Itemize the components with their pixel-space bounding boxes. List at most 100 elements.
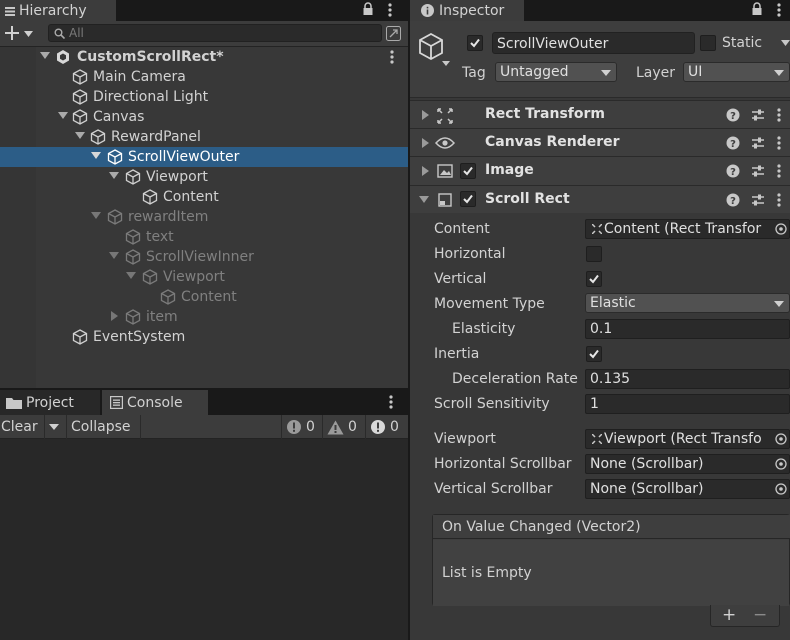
expand-arrow-icon[interactable] [91, 152, 101, 159]
expand-arrow-icon[interactable] [58, 112, 68, 119]
layer-dropdown[interactable]: UI [683, 62, 790, 82]
clear-options-dropdown[interactable] [45, 415, 67, 439]
help-icon[interactable]: ? [726, 164, 740, 178]
presets-icon[interactable] [751, 164, 765, 178]
scroll-rect-enabled-checkbox[interactable] [460, 191, 476, 207]
more-options-icon[interactable] [777, 3, 781, 17]
component-canvas-renderer[interactable]: Canvas Renderer ? [410, 128, 790, 156]
hierarchy-item-customscrollrect[interactable]: CustomScrollRect* [0, 47, 408, 67]
error-toggle[interactable]: 0 [281, 415, 323, 439]
hierarchy-item-content[interactable]: Content [0, 187, 408, 207]
expand-arrow-icon[interactable] [422, 166, 429, 176]
scroll-sensitivity-input[interactable]: 1 [585, 394, 790, 414]
collapse-button[interactable]: Collapse [67, 415, 141, 439]
expand-arrow-icon[interactable] [109, 172, 119, 179]
expand-arrow-icon[interactable] [419, 196, 429, 203]
lock-icon[interactable] [751, 2, 763, 16]
hierarchy-item-label: Canvas [93, 109, 145, 125]
add-icon[interactable] [5, 26, 19, 40]
tag-dropdown[interactable]: Untagged [495, 62, 617, 82]
expand-arrow-icon[interactable] [109, 252, 119, 259]
hierarchy-item-canvas[interactable]: Canvas [0, 107, 408, 127]
component-scroll-rect[interactable]: Scroll Rect ? [410, 185, 790, 213]
checkmark-icon [463, 166, 473, 176]
object-name-input[interactable]: ScrollViewOuter [492, 32, 695, 54]
chevron-down-icon[interactable] [442, 61, 450, 66]
more-options-icon[interactable] [777, 136, 781, 150]
help-icon[interactable]: ? [726, 193, 740, 207]
gameobject-cube-icon[interactable] [418, 33, 444, 61]
hierarchy-item-directional-light[interactable]: Directional Light [0, 87, 408, 107]
layer-value: UI [688, 64, 703, 80]
vertical-scrollbar-field[interactable]: None (Scrollbar) [585, 479, 790, 499]
tab-inspector[interactable]: Inspector [410, 0, 524, 21]
active-checkbox[interactable] [467, 35, 483, 51]
more-options-icon[interactable] [390, 50, 394, 64]
expand-arrow-icon[interactable] [75, 132, 85, 139]
tab-console[interactable]: Console [102, 390, 208, 415]
component-image[interactable]: Image ? [410, 156, 790, 185]
gameobject-cube-icon [125, 249, 141, 265]
presets-icon[interactable] [751, 193, 765, 207]
warning-toggle[interactable]: 0 [323, 415, 366, 439]
vertical-checkbox[interactable] [586, 271, 602, 287]
hierarchy-item-rewardpanel[interactable]: RewardPanel [0, 127, 408, 147]
static-checkbox[interactable] [700, 35, 716, 51]
hierarchy-item-scrollviewouter[interactable]: ScrollViewOuter [0, 147, 408, 167]
hierarchy-item-scrollviewinner[interactable]: ScrollViewInner [0, 247, 408, 267]
more-options-icon[interactable] [777, 164, 781, 178]
hierarchy-item-viewport-inner[interactable]: Viewport [0, 267, 408, 287]
content-object-field[interactable]: Content (Rect Transfor [585, 219, 790, 239]
object-picker-icon[interactable] [774, 222, 788, 236]
object-picker-icon[interactable] [774, 457, 788, 471]
clear-button-label: Clear [1, 419, 38, 435]
deceleration-rate-input[interactable]: 0.135 [585, 369, 790, 389]
more-options-icon[interactable] [777, 108, 781, 122]
chevron-down-icon[interactable] [781, 40, 790, 46]
object-picker-icon[interactable] [774, 432, 788, 446]
hierarchy-item-main-camera[interactable]: Main Camera [0, 67, 408, 87]
collapse-arrow-icon[interactable] [111, 311, 118, 321]
component-rect-transform[interactable]: Rect Transform ? [410, 100, 790, 128]
console-log-area[interactable] [0, 439, 408, 640]
object-picker-icon[interactable] [774, 482, 788, 496]
expand-arrow-icon[interactable] [91, 212, 101, 219]
expand-arrow-icon[interactable] [40, 52, 50, 59]
expand-arrow-icon[interactable] [422, 138, 429, 148]
help-icon[interactable]: ? [726, 136, 740, 150]
hierarchy-search[interactable] [48, 24, 382, 42]
more-options-icon[interactable] [389, 395, 393, 409]
hierarchy-item-eventsystem[interactable]: EventSystem [0, 327, 408, 347]
hierarchy-item-item[interactable]: item [0, 307, 408, 327]
viewport-object-field[interactable]: Viewport (Rect Transfo [585, 429, 790, 449]
hierarchy-item-label: Content [163, 189, 219, 205]
tab-project[interactable]: Project [0, 390, 100, 415]
movement-type-dropdown[interactable]: Elastic [585, 293, 790, 313]
inertia-checkbox[interactable] [586, 346, 602, 362]
image-enabled-checkbox[interactable] [460, 163, 476, 179]
elasticity-input[interactable]: 0.1 [585, 319, 790, 339]
horizontal-scrollbar-field[interactable]: None (Scrollbar) [585, 454, 790, 474]
search-input[interactable] [69, 25, 369, 41]
hierarchy-item-text[interactable]: text [0, 227, 408, 247]
more-options-icon[interactable] [777, 193, 781, 207]
hierarchy-item-content-inner[interactable]: Content [0, 287, 408, 307]
add-button[interactable]: + [722, 605, 736, 625]
tab-hierarchy[interactable]: Hierarchy [0, 0, 116, 21]
expand-arrow-icon[interactable] [422, 110, 429, 120]
hierarchy-item-rewarditem[interactable]: rewardItem [0, 207, 408, 227]
more-options-icon[interactable] [388, 3, 392, 17]
presets-icon[interactable] [751, 108, 765, 122]
horizontal-checkbox[interactable] [586, 246, 602, 262]
content-value: Content (Rect Transfor [604, 221, 762, 237]
remove-button[interactable]: − [753, 605, 767, 625]
clear-button[interactable]: Clear [0, 415, 45, 439]
scene-search-icon[interactable] [386, 26, 401, 41]
help-icon[interactable]: ? [726, 108, 740, 122]
presets-icon[interactable] [751, 136, 765, 150]
chevron-down-icon[interactable] [24, 31, 33, 37]
lock-icon[interactable] [362, 2, 374, 16]
hierarchy-item-viewport[interactable]: Viewport [0, 167, 408, 187]
info-toggle[interactable]: 0 [366, 415, 408, 439]
expand-arrow-icon[interactable] [126, 272, 136, 279]
